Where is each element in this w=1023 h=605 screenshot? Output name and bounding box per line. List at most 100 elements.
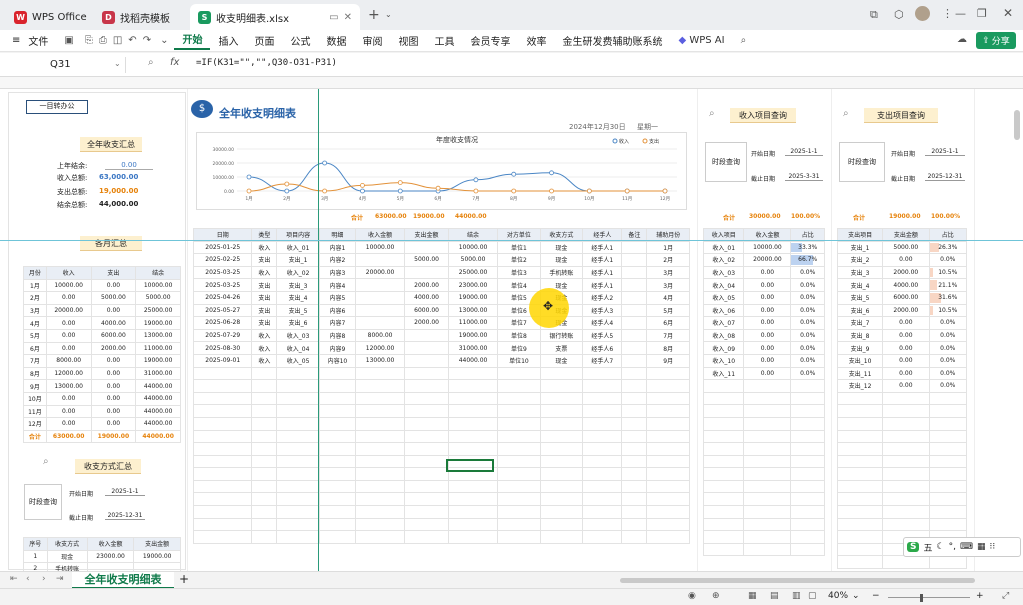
empty-cell[interactable] — [790, 391, 825, 406]
new-tab-icon[interactable]: + — [368, 7, 380, 23]
empty-cell[interactable] — [646, 517, 690, 532]
cloud-icon[interactable]: ☁ — [957, 34, 967, 45]
empty-cell[interactable] — [836, 492, 884, 507]
empty-cell[interactable] — [582, 429, 623, 444]
horizontal-scrollbar[interactable] — [620, 578, 975, 583]
more-icon[interactable]: ⋮ — [942, 7, 953, 20]
empty-cell[interactable] — [702, 505, 745, 519]
empty-cell[interactable] — [354, 404, 406, 418]
empty-cell[interactable] — [192, 467, 253, 481]
empty-cell[interactable] — [354, 505, 406, 519]
empty-cell[interactable] — [743, 391, 792, 406]
empty-cell[interactable] — [928, 454, 968, 469]
empty-cell[interactable] — [743, 530, 792, 544]
chevron-down-icon[interactable]: ⌄ — [114, 59, 121, 68]
zoom-in-icon[interactable]: + — [976, 591, 984, 601]
empty-cell[interactable] — [582, 404, 623, 418]
empty-cell[interactable] — [790, 416, 825, 431]
empty-cell[interactable] — [582, 530, 623, 544]
empty-cell[interactable] — [882, 454, 930, 469]
empty-cell[interactable] — [447, 517, 499, 532]
vertical-scrollbar[interactable] — [1014, 110, 1020, 140]
empty-cell[interactable] — [251, 366, 278, 381]
chevron-down-icon[interactable]: ⌄ — [385, 10, 392, 19]
empty-cell[interactable] — [882, 467, 930, 481]
empty-cell[interactable] — [539, 454, 584, 469]
empty-cell[interactable] — [354, 479, 406, 494]
empty-cell[interactable] — [404, 366, 449, 381]
empty-cell[interactable] — [447, 429, 499, 444]
end-date-input[interactable]: 2025-12-31 — [105, 512, 145, 520]
empty-cell[interactable] — [621, 505, 648, 519]
empty-cell[interactable] — [646, 404, 690, 418]
empty-cell[interactable] — [790, 479, 825, 494]
period-query-button[interactable]: 时段查询 — [705, 142, 747, 182]
menu-page[interactable]: 页面 — [246, 33, 282, 48]
normal-view-icon[interactable]: ▦ — [748, 591, 757, 601]
empty-cell[interactable] — [447, 404, 499, 418]
empty-cell[interactable] — [318, 517, 356, 532]
empty-cell[interactable] — [276, 517, 320, 532]
cube-icon[interactable]: ⬡ — [894, 8, 904, 21]
menu-review[interactable]: 审阅 — [354, 33, 390, 48]
empty-cell[interactable] — [702, 391, 745, 406]
empty-cell[interactable] — [882, 479, 930, 494]
search-icon[interactable]: ⌕ — [843, 108, 849, 119]
office-button[interactable]: 一目转办公 — [26, 100, 88, 114]
empty-cell[interactable] — [354, 391, 406, 406]
empty-cell[interactable] — [743, 467, 792, 481]
empty-cell[interactable] — [702, 429, 745, 444]
eye-icon[interactable]: ◉ — [688, 591, 696, 601]
empty-cell[interactable] — [497, 454, 541, 469]
empty-cell[interactable] — [582, 517, 623, 532]
empty-cell[interactable] — [836, 479, 884, 494]
empty-cell[interactable] — [447, 391, 499, 406]
empty-cell[interactable] — [539, 530, 584, 544]
maximize-icon[interactable]: ❐ — [977, 7, 987, 20]
empty-cell[interactable] — [582, 492, 623, 507]
empty-cell[interactable] — [646, 429, 690, 444]
empty-cell[interactable] — [836, 530, 884, 544]
empty-cell[interactable] — [582, 379, 623, 393]
empty-cell[interactable] — [582, 467, 623, 481]
empty-cell[interactable] — [702, 442, 745, 456]
empty-cell[interactable] — [646, 505, 690, 519]
empty-cell[interactable] — [539, 505, 584, 519]
empty-cell[interactable] — [276, 479, 320, 494]
fx-icon[interactable]: fx — [170, 57, 179, 68]
selected-cell[interactable] — [446, 459, 494, 472]
empty-cell[interactable] — [790, 517, 825, 532]
empty-cell[interactable] — [621, 429, 648, 444]
window-close-icon[interactable]: ✕ — [1003, 6, 1013, 20]
next-sheet-icon[interactable]: › — [42, 574, 46, 584]
empty-cell[interactable] — [928, 391, 968, 406]
menu-data[interactable]: 数据 — [318, 33, 354, 48]
empty-cell[interactable] — [539, 517, 584, 532]
empty-cell[interactable] — [192, 379, 253, 393]
empty-cell[interactable] — [539, 379, 584, 393]
empty-cell[interactable] — [646, 467, 690, 481]
empty-cell[interactable] — [447, 416, 499, 431]
empty-cell[interactable] — [646, 530, 690, 544]
empty-cell[interactable] — [882, 442, 930, 456]
empty-cell[interactable] — [836, 391, 884, 406]
formula-input[interactable]: =IF(K31="","",Q30-O31-P31) — [196, 58, 337, 68]
empty-cell[interactable] — [404, 442, 449, 456]
first-sheet-icon[interactable]: ⇤ — [10, 574, 18, 584]
ime-toolbar[interactable]: S 五 ☾ °, ⌨ ▦ ⁝⁝ — [903, 537, 1021, 557]
empty-cell[interactable] — [404, 530, 449, 544]
empty-cell[interactable] — [497, 442, 541, 456]
empty-cell[interactable] — [646, 391, 690, 406]
empty-cell[interactable] — [621, 492, 648, 507]
start-date-input[interactable]: 2025-1-1 — [105, 488, 145, 496]
empty-cell[interactable] — [928, 429, 968, 444]
empty-cell[interactable] — [702, 517, 745, 532]
empty-cell[interactable] — [836, 505, 884, 519]
empty-cell[interactable] — [318, 467, 356, 481]
undo-icon[interactable]: ↶ — [125, 35, 139, 46]
empty-cell[interactable] — [836, 555, 884, 570]
empty-cell[interactable] — [192, 505, 253, 519]
empty-cell[interactable] — [447, 379, 499, 393]
empty-cell[interactable] — [539, 429, 584, 444]
empty-cell[interactable] — [354, 467, 406, 481]
